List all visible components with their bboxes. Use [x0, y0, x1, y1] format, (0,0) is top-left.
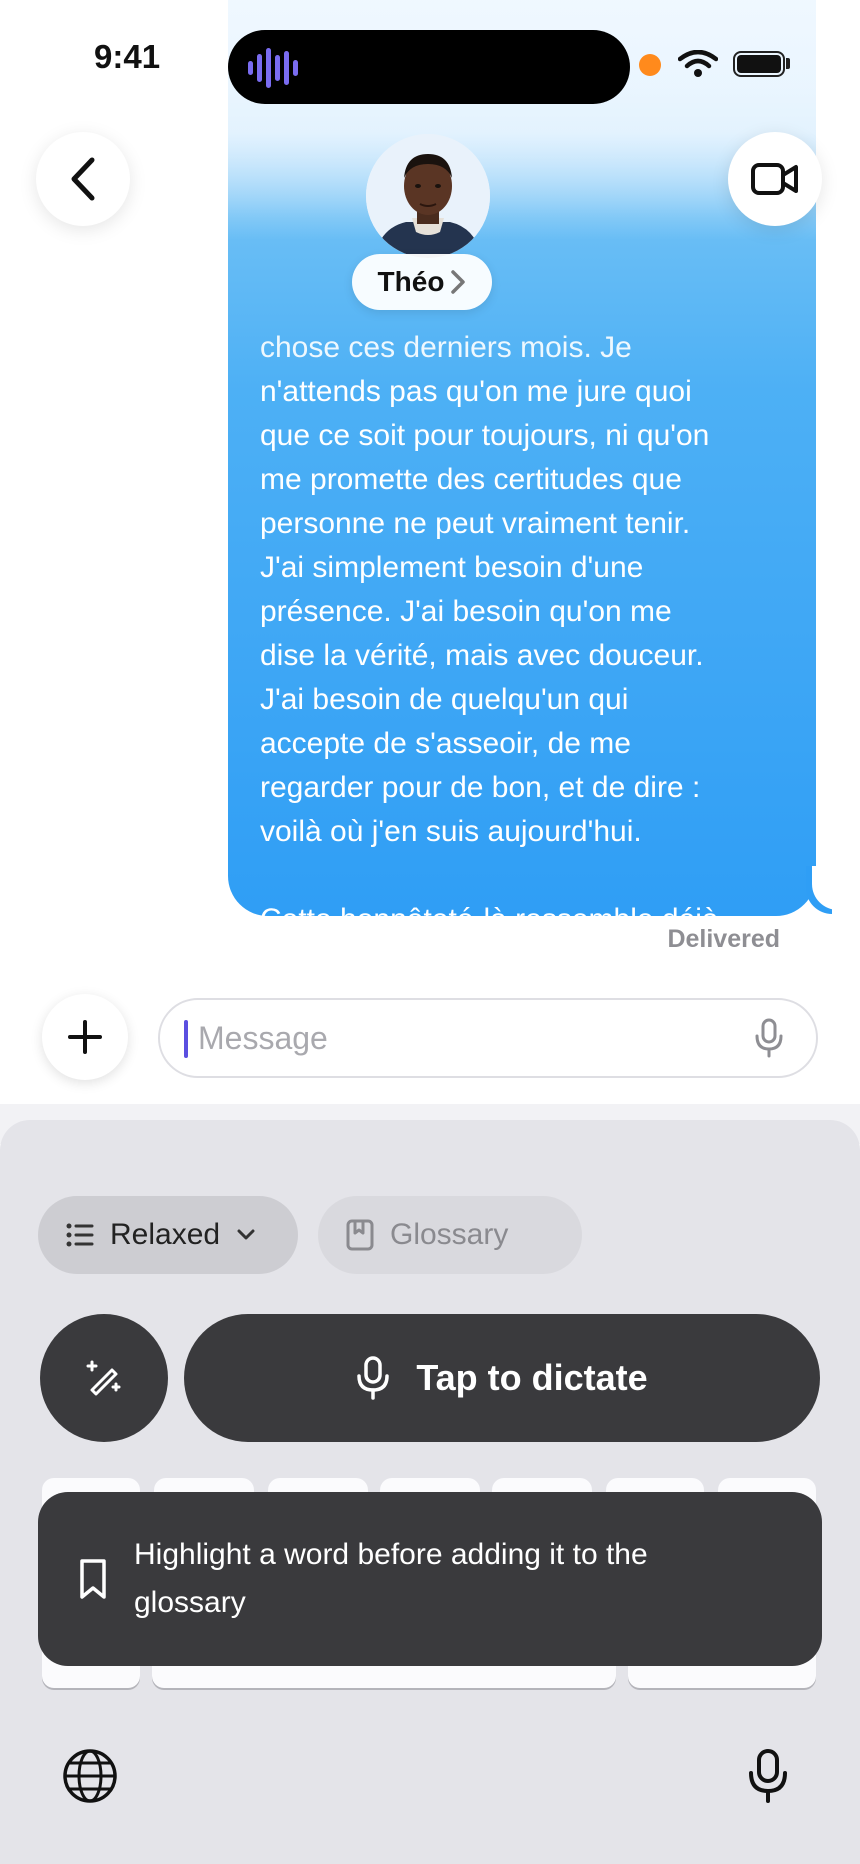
tone-label: Relaxed [110, 1218, 221, 1251]
message-body: n'attends pas qu'on me jure quoi que ce … [260, 375, 719, 980]
add-attachment-button[interactable] [42, 994, 128, 1080]
chevron-right-icon [451, 270, 466, 294]
contact-name: Théo [377, 266, 445, 297]
glossary-label: Glossary [390, 1218, 509, 1251]
audio-waveform-icon [248, 48, 298, 88]
wifi-icon [678, 50, 718, 77]
tone-selector[interactable]: Relaxed [38, 1196, 298, 1274]
status-time: 9:41 [94, 38, 161, 75]
glossary-hint-toast: Highlight a word before adding it to the… [38, 1492, 822, 1666]
contact-avatar[interactable] [366, 134, 490, 258]
avatar-portrait [366, 134, 490, 258]
dictate-button[interactable]: Tap to dictate [184, 1314, 820, 1442]
battery-icon [733, 51, 785, 77]
delivery-status: Delivered [667, 925, 780, 953]
message-faded-line: chose ces derniers mois. Je [260, 331, 632, 364]
contact-name-button[interactable]: Théo [352, 254, 492, 310]
text-caret [184, 1020, 188, 1058]
back-button[interactable] [36, 132, 130, 226]
conversation-screen: chose ces derniers mois. Je n'attends pas… [0, 0, 860, 1864]
microphone-icon[interactable] [748, 1748, 788, 1804]
glossary-button[interactable]: Glossary [318, 1196, 582, 1274]
rewrite-button[interactable] [40, 1314, 168, 1442]
recording-indicator [639, 54, 661, 76]
chevron-down-icon [237, 1229, 255, 1240]
plus-icon [68, 1020, 102, 1054]
video-call-button[interactable] [728, 132, 822, 226]
message-placeholder: Message [198, 1020, 328, 1056]
magic-wand-icon [86, 1360, 121, 1396]
microphone-icon [357, 1356, 390, 1400]
video-camera-icon [751, 163, 798, 195]
globe-icon[interactable] [62, 1748, 118, 1804]
toast-text: Highlight a word before adding it to the… [134, 1538, 648, 1619]
microphone-icon[interactable] [754, 1018, 784, 1058]
dictate-label: Tap to dictate [416, 1357, 648, 1398]
bookmark-icon [80, 1559, 106, 1599]
bookmark-book-icon [346, 1219, 374, 1251]
list-icon [66, 1223, 94, 1247]
back-chevron-icon [71, 157, 95, 201]
